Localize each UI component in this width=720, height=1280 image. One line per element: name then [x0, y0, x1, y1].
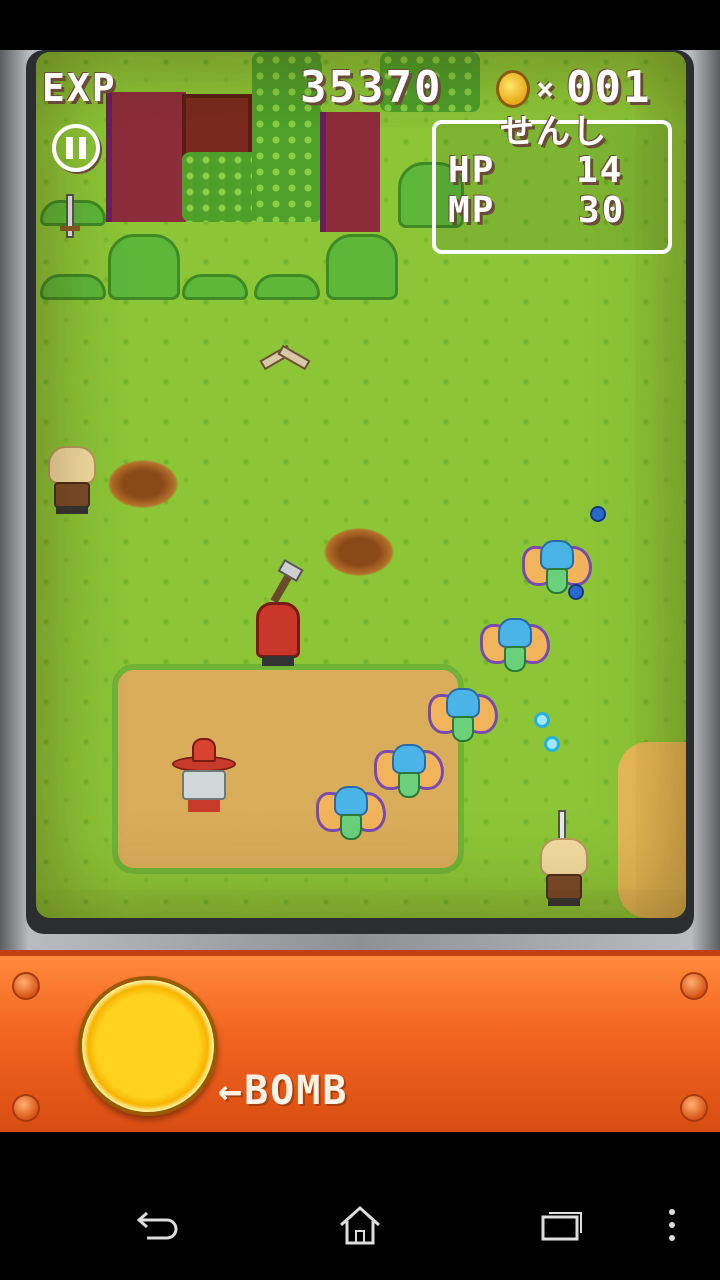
exp-value: 35370 [300, 62, 443, 113]
tree-trunk [320, 112, 380, 232]
rivet-icon [12, 972, 40, 1000]
tree-trunk [106, 92, 186, 222]
class-name: せんし [500, 112, 608, 152]
face [182, 770, 226, 800]
body [340, 814, 362, 840]
pause-icon [79, 137, 86, 159]
boomerang-projectile [260, 348, 306, 366]
blond-warrior [540, 838, 588, 906]
enemy-orb [534, 712, 550, 728]
robe [188, 800, 220, 812]
hair [48, 446, 96, 484]
red-haired-player [256, 602, 300, 666]
status-bar [0, 0, 720, 50]
bush [108, 234, 180, 300]
back-icon [136, 1211, 178, 1240]
overflow-menu-icon [669, 1209, 675, 1241]
head [446, 688, 480, 718]
mp-value: 30 [578, 190, 626, 231]
rivet-icon [680, 1094, 708, 1122]
hat-top [192, 738, 216, 762]
armor [546, 874, 582, 900]
boots [548, 898, 580, 906]
bomb-label: ←BOMB [218, 1068, 349, 1114]
witch-ally [172, 738, 236, 812]
pause-icon [66, 137, 73, 159]
coin-icon [496, 70, 530, 108]
armor [54, 482, 90, 508]
hp-value: 14 [576, 150, 624, 191]
head [334, 786, 368, 816]
body [504, 646, 526, 672]
mp-label: MP [448, 190, 496, 231]
hp-label: HP [448, 150, 496, 191]
hair [540, 838, 588, 876]
bomb-button[interactable] [78, 976, 218, 1116]
enemy-orb [544, 736, 560, 752]
body [546, 568, 568, 594]
back-button[interactable] [128, 1200, 188, 1250]
sword-item [60, 194, 80, 238]
bush [182, 274, 248, 300]
enemy-orb [590, 506, 606, 522]
boots [262, 656, 294, 666]
fairy-enemy [480, 618, 550, 674]
boots [56, 506, 88, 514]
recents-button[interactable] [530, 1200, 590, 1250]
dig-hole [108, 460, 178, 508]
home-icon [339, 1205, 381, 1245]
bush [254, 274, 320, 300]
dirt-edge [618, 742, 686, 918]
pause-button[interactable] [52, 124, 100, 172]
body [398, 772, 420, 798]
head [498, 618, 532, 648]
rivet-icon [680, 972, 708, 1000]
rivet-icon [12, 1094, 40, 1122]
recents-icon [541, 1212, 582, 1241]
fairy-enemy [316, 786, 386, 842]
home-button[interactable] [330, 1200, 390, 1250]
bush [40, 274, 106, 300]
blond-warrior [48, 446, 96, 514]
bush [326, 234, 398, 300]
exp-label: EXP [42, 66, 117, 110]
tree-hollow [182, 94, 252, 156]
tree-canopy [182, 152, 262, 222]
coin-multiplier: × [536, 72, 557, 107]
overflow-menu-button[interactable] [652, 1200, 692, 1250]
head [392, 744, 426, 774]
enemy-orb [568, 584, 584, 600]
fairy-enemy [428, 688, 498, 744]
dig-hole [324, 528, 394, 576]
hair [256, 602, 300, 658]
head [540, 540, 574, 570]
body [452, 716, 474, 742]
